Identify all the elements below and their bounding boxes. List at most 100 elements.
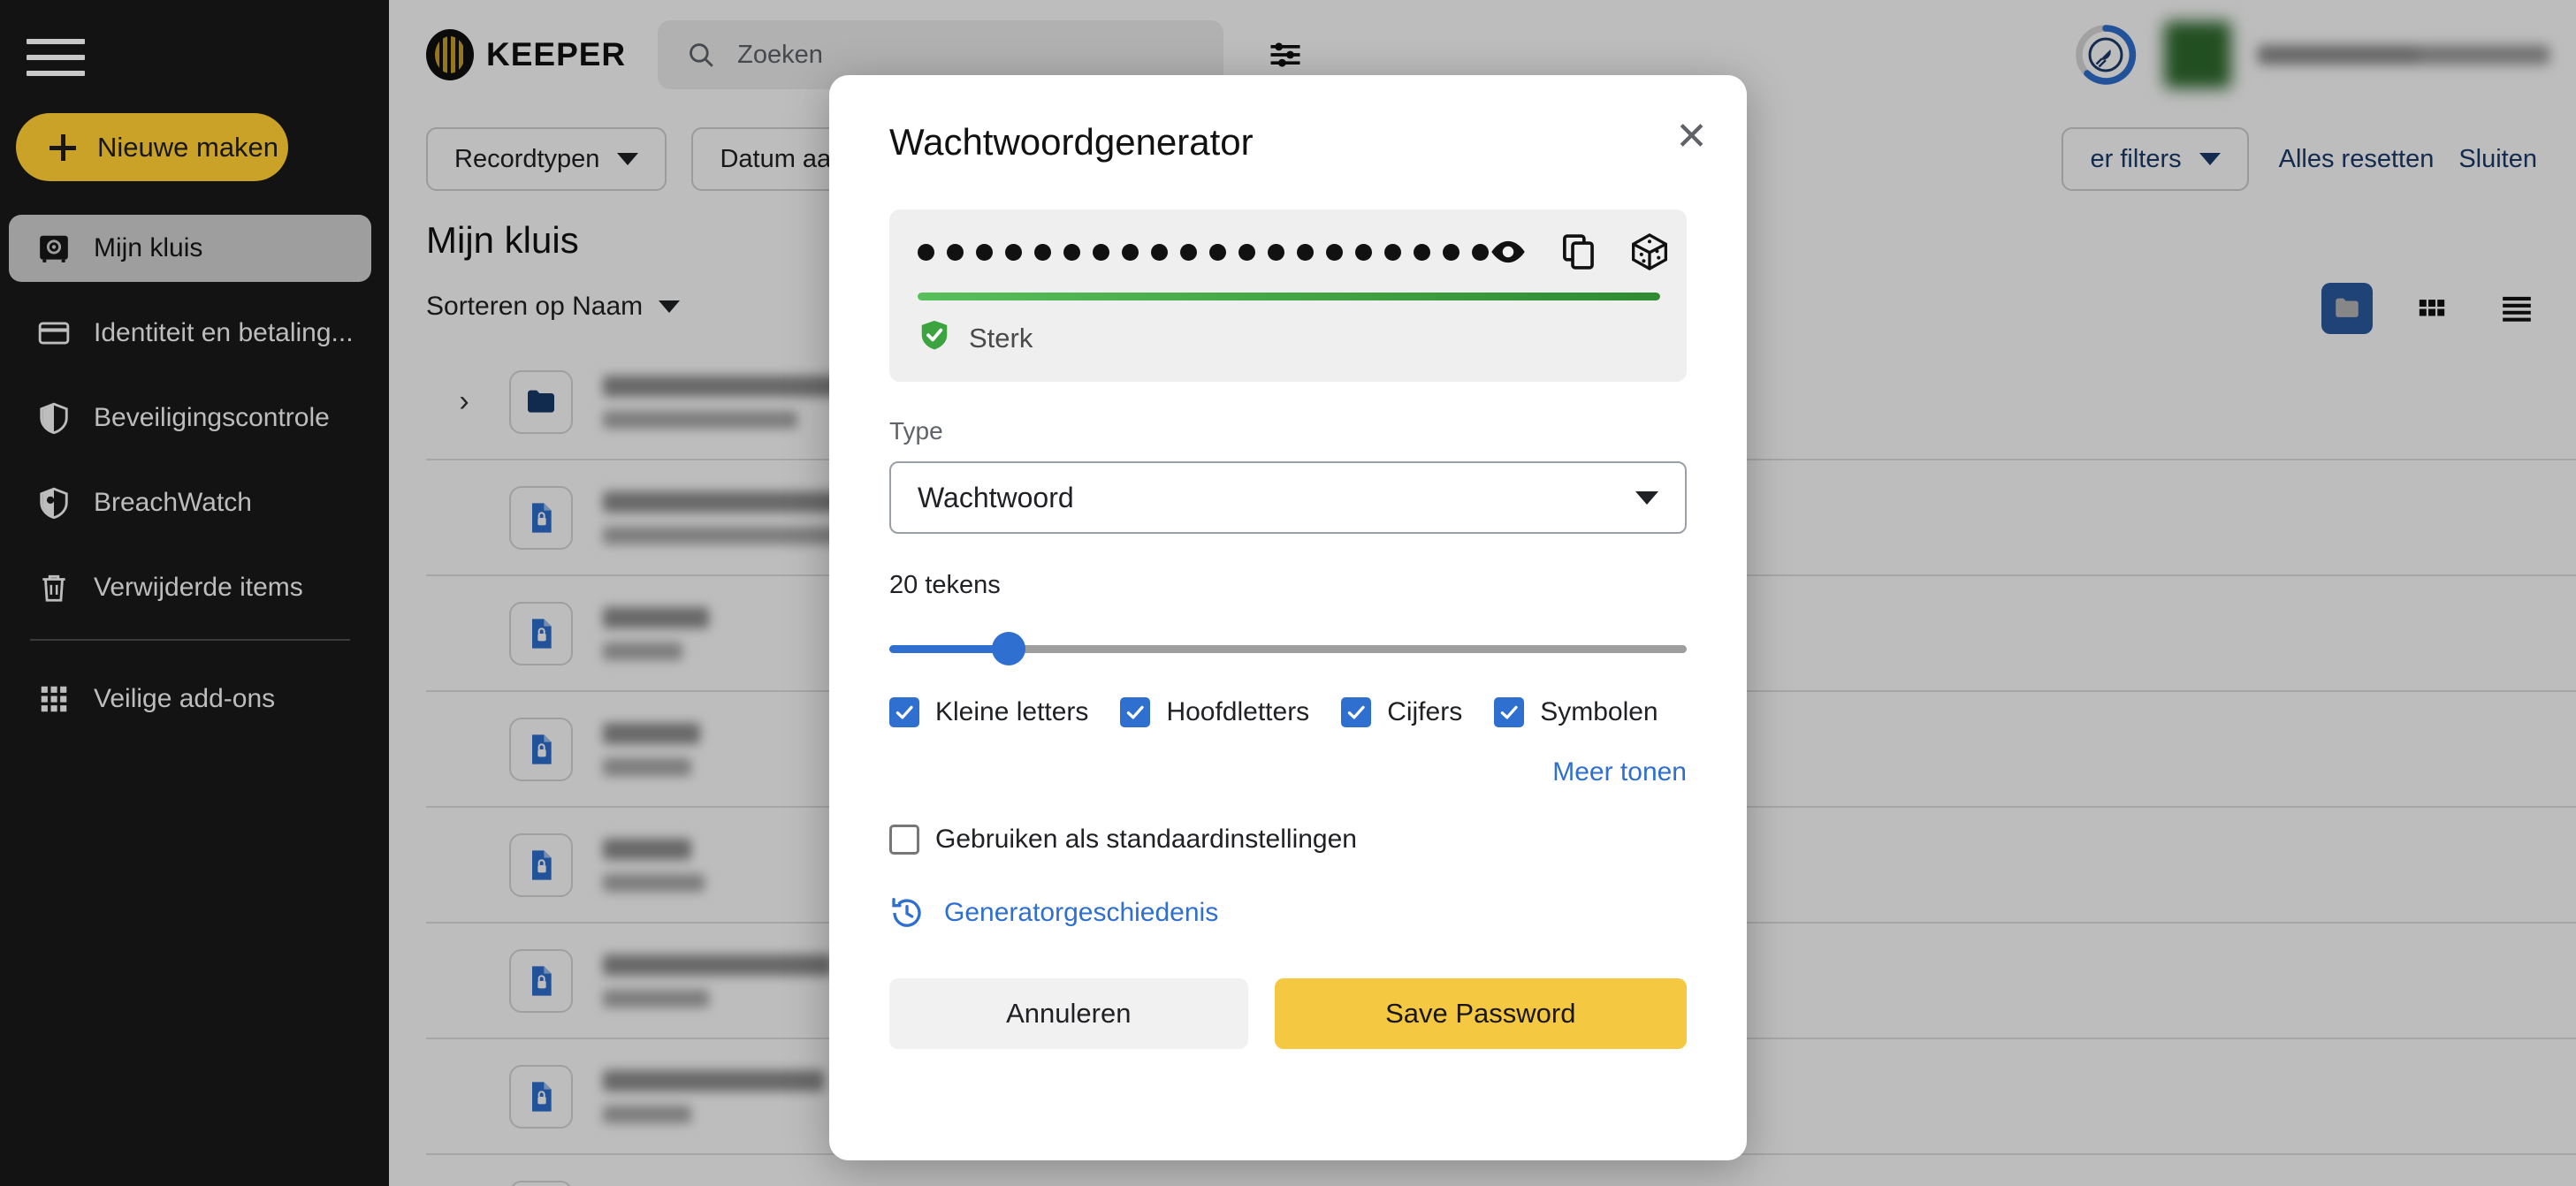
sidebar-item-identiteit-en-betaling[interactable]: Identiteit en betaling... [9, 300, 371, 367]
view-mode-toggle [2321, 283, 2542, 334]
length-slider[interactable] [889, 632, 1687, 665]
breachwatch-icon [37, 486, 71, 520]
reset-all-link[interactable]: Alles resetten [2279, 145, 2435, 174]
sidebar-item-label: Veilige add-ons [94, 684, 276, 713]
sort-label: Sorteren op Naam [426, 292, 644, 321]
sidebar-divider [30, 639, 350, 641]
checkbox-hoofdletters[interactable]: Hoofdletters [1120, 697, 1309, 727]
sidebar-item-breachwatch[interactable]: BreachWatch [9, 469, 371, 536]
generator-history-link[interactable]: Generatorgeschiedenis [944, 898, 1218, 928]
password-masked-value[interactable] [918, 243, 1489, 261]
topbar-right [2074, 0, 2549, 110]
default-settings-row: Gebruiken als standaardinstellingen [889, 825, 1687, 855]
checkbox-label: Cijfers [1387, 697, 1463, 726]
create-new-button[interactable]: Nieuwe maken [16, 113, 288, 181]
rocket-progress-icon[interactable] [2074, 23, 2138, 87]
login-record-icon [509, 1180, 573, 1186]
filter-chip-recordtypen[interactable]: Recordtypen [426, 127, 667, 191]
hamburger-icon[interactable] [27, 35, 85, 80]
eye-icon[interactable] [1489, 232, 1528, 271]
grid-view-button[interactable] [2406, 283, 2458, 334]
sidebar: Nieuwe maken Mijn kluis Identiteit en be… [0, 0, 389, 1186]
generated-password-box: Sterk [889, 209, 1687, 382]
copy-icon[interactable] [1559, 232, 1598, 271]
trash-icon [37, 571, 71, 604]
sliders-icon[interactable] [1266, 35, 1305, 74]
checkbox-box [889, 697, 919, 727]
dialog-title: Wachtwoordgenerator [889, 121, 1254, 163]
sort-dropdown[interactable]: Sorteren op Naam [426, 292, 681, 322]
filter-chip-label: er filters [2090, 144, 2182, 173]
login-record-icon [509, 485, 573, 550]
avatar[interactable] [2164, 21, 2231, 88]
password-actions [1489, 232, 1669, 271]
strength-meter-fill [918, 293, 1660, 300]
slider-thumb[interactable] [992, 632, 1026, 665]
folder-icon [2336, 298, 2359, 317]
filter-chip-meer-filters[interactable]: er filters [2062, 127, 2249, 191]
sidebar-item-label: Mijn kluis [94, 233, 203, 262]
chevron-down-icon [1635, 490, 1658, 505]
create-new-label: Nieuwe maken [97, 131, 279, 163]
apps-grid-icon [37, 682, 71, 716]
row-text-redacted [603, 375, 842, 429]
dice-icon[interactable] [1630, 232, 1669, 271]
show-more-link[interactable]: Meer tonen [1552, 757, 1687, 787]
sidebar-item-mijn-kluis[interactable]: Mijn kluis [9, 215, 371, 282]
app-root: Nieuwe maken Mijn kluis Identiteit en be… [0, 0, 2576, 1186]
type-field-label: Type [889, 417, 943, 445]
checkbox-box [1120, 697, 1151, 727]
generator-history-row[interactable]: Generatorgeschiedenis [889, 895, 1687, 931]
close-filters-link[interactable]: Sluiten [2458, 145, 2537, 174]
list-icon [2503, 296, 2531, 322]
type-select-value: Wachtwoord [918, 481, 1074, 513]
checkbox-label: Gebruiken als standaardinstellingen [935, 825, 1357, 854]
checkbox-cijfers[interactable]: Cijfers [1341, 697, 1462, 727]
close-icon[interactable]: ✕ [1675, 117, 1708, 156]
login-record-icon [509, 1064, 573, 1129]
save-password-button[interactable]: Save Password [1274, 978, 1687, 1049]
expand-chevron-icon[interactable]: › [449, 384, 479, 419]
history-icon [889, 895, 925, 931]
slider-fill [889, 645, 1010, 653]
checkbox-use-as-default[interactable]: Gebruiken als standaardinstellingen [889, 825, 1687, 855]
sidebar-item-label: BreachWatch [94, 488, 252, 517]
cancel-button[interactable]: Annuleren [889, 978, 1248, 1049]
folder-view-button[interactable] [2321, 283, 2373, 334]
sidebar-item-label: Beveiligingscontrole [94, 403, 330, 432]
more-options-row: Meer tonen [889, 757, 1687, 787]
brand-name: KEEPER [486, 36, 627, 72]
checkbox-box [889, 825, 919, 855]
password-row [918, 232, 1667, 271]
search-placeholder: Zoeken [737, 40, 823, 69]
row-text-redacted [603, 838, 705, 892]
keeper-logo[interactable]: KEEPER [426, 29, 626, 80]
shield-icon [37, 401, 71, 435]
sidebar-item-veilige-add-ons[interactable]: Veilige add-ons [9, 665, 371, 733]
chevron-down-icon [659, 300, 681, 313]
search-icon [686, 40, 716, 70]
row-text-redacted [603, 606, 709, 660]
strength-meter [918, 293, 1660, 300]
sidebar-item-beveiligingscontrole[interactable]: Beveiligingscontrole [9, 384, 371, 452]
page-title: Mijn kluis [426, 219, 579, 261]
password-generator-dialog: Wachtwoordgenerator ✕ Sterk Type Wachtwo… [829, 75, 1747, 1160]
credit-card-icon [37, 316, 71, 350]
checkbox-symbolen[interactable]: Symbolen [1494, 697, 1658, 727]
login-record-icon [509, 832, 573, 897]
sidebar-item-label: Verwijderde items [94, 573, 303, 602]
filter-chip-label: Datum aan [720, 144, 846, 173]
checkbox-kleine-letters[interactable]: Kleine letters [889, 697, 1088, 727]
length-label: 20 tekens [889, 571, 1001, 599]
character-set-checkboxes: Kleine letters Hoofdletters Cijfers Symb… [889, 697, 1687, 727]
row-text-redacted [603, 954, 833, 1007]
strength-label: Sterk [969, 323, 1033, 354]
type-select[interactable]: Wachtwoord [889, 461, 1687, 534]
shield-check-icon [918, 318, 951, 359]
checkbox-box [1341, 697, 1372, 727]
chevron-down-icon [2199, 153, 2221, 165]
grid-icon [2419, 300, 2445, 316]
filter-chip-label: Recordtypen [454, 144, 600, 173]
list-view-button[interactable] [2491, 283, 2542, 334]
sidebar-item-verwijderde-items[interactable]: Verwijderde items [9, 554, 371, 621]
